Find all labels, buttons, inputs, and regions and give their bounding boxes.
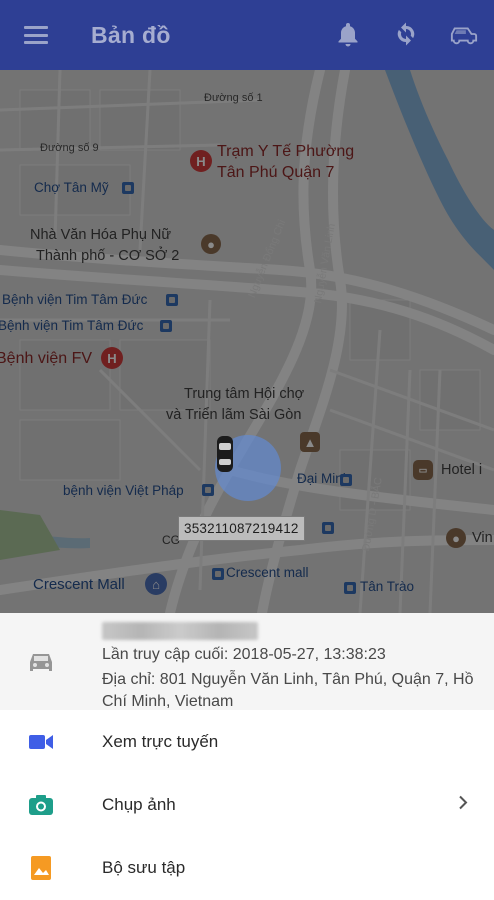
- place-icon[interactable]: ●: [446, 528, 466, 548]
- place-label: Vin: [472, 530, 493, 546]
- car-icon: [217, 436, 233, 472]
- camera-icon: [28, 792, 54, 818]
- take-photo-label: Chụp ảnh: [102, 794, 176, 814]
- map-view[interactable]: Đường số 1 Đường số 9 Nguyễn Đổng Chi Ng…: [0, 70, 494, 613]
- gallery-item[interactable]: Bộ sưu tập: [0, 836, 494, 899]
- place-label: Bệnh viện FV: [0, 350, 93, 367]
- shop-icon[interactable]: [166, 294, 178, 306]
- shop-icon[interactable]: [202, 484, 214, 496]
- place-label: Bệnh viện Tim Tâm Đức: [2, 292, 148, 307]
- chevron-right-icon: [458, 794, 468, 815]
- bottom-sheet: Lần truy cập cuối: 2018-05-27, 13:38:23 …: [0, 613, 494, 900]
- app-bar: Bản đồ: [0, 0, 494, 70]
- place-label: Hotel i: [441, 462, 483, 478]
- address-text: Địa chỉ: 801 Nguyễn Văn Linh, Tân Phú, Q…: [102, 671, 474, 710]
- street-label: Đường số 1: [204, 92, 263, 104]
- live-view-item[interactable]: Xem trực tuyến: [0, 710, 494, 773]
- place-label: Thành phố - CƠ SỞ 2: [36, 248, 180, 264]
- place-label: Crescent Mall: [33, 576, 125, 593]
- vehicle-icon[interactable]: [450, 19, 478, 49]
- action-menu: Xem trực tuyến Chụp ảnh Bộ sưu tập: [0, 710, 494, 899]
- place-label: Trung tâm Hội chợ: [184, 386, 305, 402]
- shopping-icon[interactable]: ⌂: [145, 573, 167, 595]
- place-label: bệnh viện Việt Pháp: [63, 483, 184, 498]
- page-title: Bản đồ: [91, 21, 171, 48]
- vehicle-info[interactable]: Lần truy cập cuối: 2018-05-27, 13:38:23 …: [0, 613, 494, 710]
- menu-icon[interactable]: [24, 26, 48, 44]
- street-label: Đường số 9: [40, 142, 99, 154]
- refresh-icon[interactable]: [392, 19, 420, 49]
- bell-icon[interactable]: [334, 19, 362, 49]
- shop-icon[interactable]: [322, 522, 334, 534]
- place-label: Bệnh viện Tim Tâm Đức: [0, 318, 144, 333]
- live-view-label: Xem trực tuyến: [102, 731, 219, 751]
- bus-stop-icon[interactable]: [212, 568, 224, 580]
- culture-icon[interactable]: ●: [201, 234, 221, 254]
- gallery-label: Bộ sưu tập: [102, 857, 186, 877]
- shop-icon[interactable]: [122, 182, 134, 194]
- place-label: Nhà Văn Hóa Phụ Nữ: [30, 227, 172, 243]
- vehicle-marker[interactable]: [215, 435, 281, 501]
- take-photo-item[interactable]: Chụp ảnh: [0, 773, 494, 836]
- hotel-icon[interactable]: ▭: [413, 460, 433, 480]
- hospital-icon[interactable]: H: [190, 150, 212, 172]
- gallery-icon: [28, 855, 54, 881]
- hospital-icon[interactable]: H: [101, 347, 123, 369]
- license-plate-redacted: [102, 622, 258, 640]
- place-label: Tân Phú Quận 7: [217, 164, 335, 181]
- place-label: và Triển lãm Sài Gòn: [166, 407, 302, 423]
- shop-icon[interactable]: [340, 474, 352, 486]
- bus-stop-icon[interactable]: [344, 582, 356, 594]
- shop-icon[interactable]: [160, 320, 172, 332]
- place-label: Trạm Y Tế Phường: [217, 143, 355, 160]
- place-label: Chợ Tân Mỹ: [34, 180, 109, 195]
- place-label: Tân Trào: [360, 579, 415, 594]
- last-access-text: Lần truy cập cuối: 2018-05-27, 13:38:23: [102, 646, 386, 663]
- device-id-label[interactable]: 353211087219412: [178, 516, 305, 541]
- place-label: Crescent mall: [226, 565, 309, 580]
- car-icon: [28, 651, 54, 678]
- landmark-icon[interactable]: ▲: [300, 432, 320, 452]
- video-camera-icon: [28, 729, 54, 755]
